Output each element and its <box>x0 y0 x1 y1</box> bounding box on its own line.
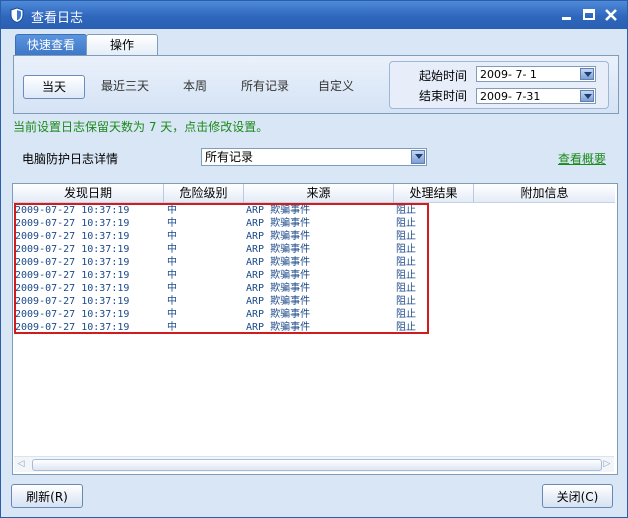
retention-notice-link[interactable]: 当前设置日志保留天数为 7 天，点击修改设置。 <box>13 118 268 135</box>
chevron-down-icon[interactable] <box>580 90 594 102</box>
end-time-label: 结束时间 <box>419 89 468 103</box>
log-filter-value: 所有记录 <box>205 150 254 164</box>
column-header-level[interactable]: 危险级别 <box>164 184 244 203</box>
start-date-picker[interactable]: 2009- 7- 1 <box>476 66 596 82</box>
chevron-down-icon[interactable] <box>411 150 425 164</box>
shield-icon <box>10 7 24 23</box>
filter-all-records-button[interactable]: 所有记录 <box>233 75 297 97</box>
tab-quick-view[interactable]: 快速查看 <box>15 34 87 56</box>
chevron-down-icon[interactable] <box>580 68 594 80</box>
column-header-result[interactable]: 处理结果 <box>394 184 474 203</box>
filter-this-week-button[interactable]: 本周 <box>173 75 217 97</box>
start-date-value: 2009- 7- 1 <box>480 68 537 81</box>
tab-operations[interactable]: 操作 <box>86 34 158 56</box>
scrollbar-thumb[interactable] <box>32 459 602 471</box>
column-header-source[interactable]: 来源 <box>244 184 394 203</box>
log-type-label: 电脑防护日志详情 <box>22 152 119 166</box>
start-time-label: 起始时间 <box>419 69 468 83</box>
scroll-left-icon[interactable]: ◁ <box>16 459 26 469</box>
minimize-icon[interactable] <box>559 8 575 22</box>
column-header-date[interactable]: 发现日期 <box>13 184 164 203</box>
log-filter-select[interactable]: 所有记录 <box>201 148 427 166</box>
close-icon[interactable] <box>603 8 619 22</box>
refresh-button[interactable]: 刷新(R) <box>11 484 83 508</box>
log-viewer-window: 查看日志 快速查看 操作 当天 最近三天 本周 所有记录 自定义 起始时间 20… <box>0 0 628 518</box>
window-title: 查看日志 <box>31 11 84 26</box>
log-table[interactable]: 发现日期 危险级别 来源 处理结果 附加信息 2009-07-27 10:37:… <box>12 183 618 475</box>
filter-custom-button[interactable]: 自定义 <box>311 75 361 97</box>
maximize-icon[interactable] <box>581 8 597 22</box>
filter-today-button[interactable]: 当天 <box>23 75 85 99</box>
filter-last-three-days-button[interactable]: 最近三天 <box>93 75 157 97</box>
title-bar[interactable]: 查看日志 <box>1 1 627 29</box>
column-header-extra[interactable]: 附加信息 <box>474 184 615 203</box>
annotation-highlight-box <box>14 203 429 334</box>
horizontal-scrollbar[interactable]: ◁ ▷ <box>14 456 614 472</box>
end-date-value: 2009- 7-31 <box>480 90 541 103</box>
close-button[interactable]: 关闭(C) <box>542 484 613 508</box>
end-date-picker[interactable]: 2009- 7-31 <box>476 88 596 104</box>
view-summary-link[interactable]: 查看概要 <box>558 150 606 167</box>
scroll-right-icon[interactable]: ▷ <box>602 459 612 469</box>
